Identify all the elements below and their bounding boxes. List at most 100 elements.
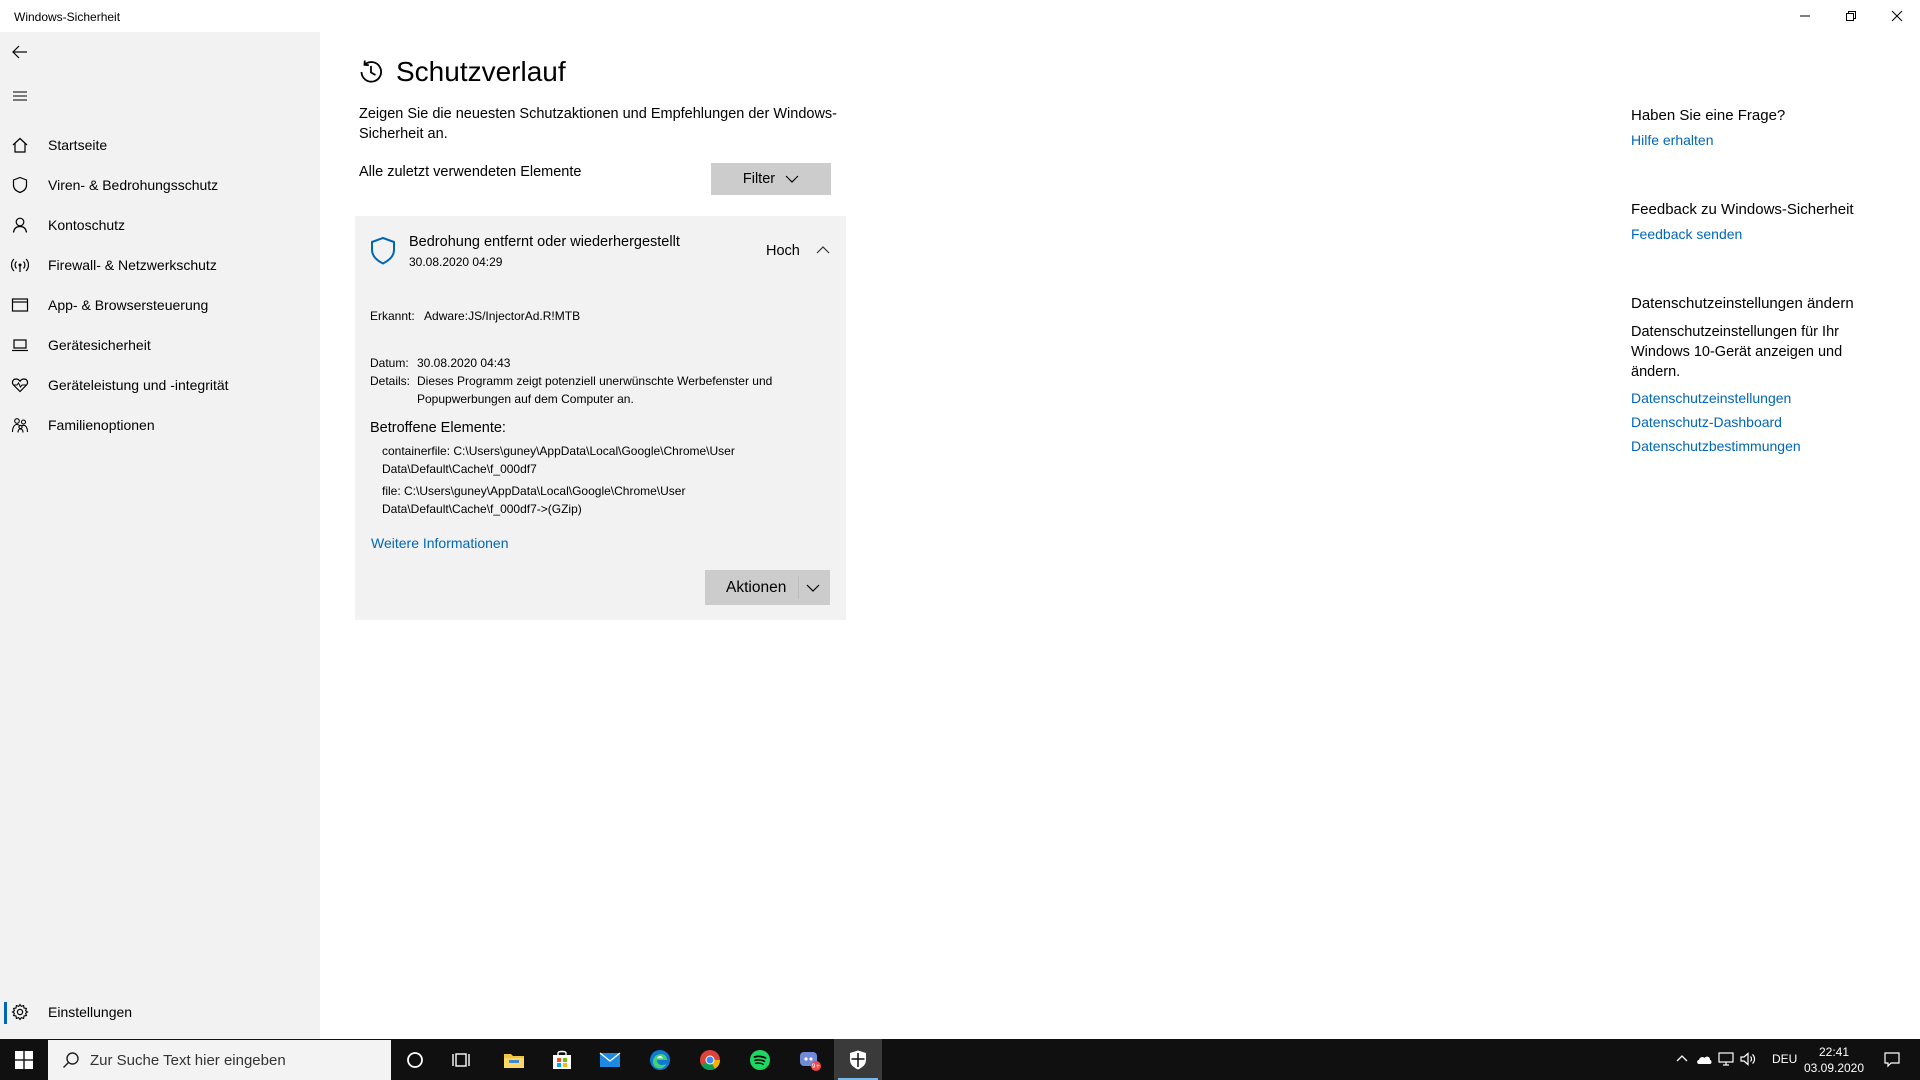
privacy-description: Datenschutzeinstellungen für Ihr Windows… <box>1631 324 1843 380</box>
details-row: Details: Dieses Programm zeigt potenziel… <box>370 372 817 408</box>
notification-icon <box>1884 1052 1900 1068</box>
onedrive-tray-button[interactable] <box>1695 1050 1713 1068</box>
actions-button-label: Aktionen <box>726 578 787 596</box>
shield-icon <box>0 165 40 205</box>
store-icon <box>553 1050 571 1069</box>
menu-button[interactable] <box>8 84 32 108</box>
sidebar-item-settings[interactable]: Einstellungen <box>0 992 320 1032</box>
help-heading: Haben Sie eine Frage? <box>1631 107 1786 124</box>
volume-tray-button[interactable] <box>1739 1050 1757 1068</box>
spotify-button[interactable] <box>736 1039 784 1080</box>
restore-button[interactable] <box>1828 0 1874 32</box>
network-icon <box>1718 1052 1734 1066</box>
date-row: Datum: 30.08.2020 04:43 <box>370 354 817 372</box>
details-value: Dieses Programm zeigt potenziell unerwün… <box>417 374 773 406</box>
minimize-button[interactable] <box>1782 0 1828 32</box>
edge-button[interactable] <box>636 1039 684 1080</box>
affected-item: containerfile: C:\Users\guney\AppData\Lo… <box>382 444 735 476</box>
cloud-icon <box>1697 1056 1712 1064</box>
search-icon <box>63 1052 79 1068</box>
history-icon <box>360 60 382 83</box>
page-title: Schutzverlauf <box>396 56 566 87</box>
start-button[interactable] <box>0 1039 48 1080</box>
sidebar-item-device-performance[interactable]: Geräteleistung und -integrität <box>0 365 320 405</box>
clock-time: 22:41 <box>1818 1045 1850 1059</box>
clock[interactable]: 22:41 03.09.2020 <box>1794 1044 1874 1076</box>
svg-text:9+: 9+ <box>812 1063 821 1070</box>
actions-button[interactable]: Aktionen <box>705 570 830 605</box>
details-label: Details: <box>370 374 411 388</box>
sidebar-item-label: Viren- & Bedrohungsschutz <box>48 177 219 193</box>
laptop-icon <box>0 325 40 365</box>
task-view-icon <box>452 1052 470 1067</box>
filter-label: Alle zuletzt verwendeten Elemente <box>359 164 582 180</box>
close-button[interactable] <box>1874 0 1920 32</box>
filter-button[interactable]: Filter <box>711 163 831 195</box>
shield-icon <box>371 236 395 265</box>
spotify-icon <box>750 1049 770 1070</box>
sidebar-item-family-options[interactable]: Familienoptionen <box>0 405 320 445</box>
card-title: Bedrohung entfernt oder wiederhergestell… <box>409 234 680 250</box>
more-info-link[interactable]: Weitere Informationen <box>371 535 508 551</box>
file-explorer-icon <box>504 1053 524 1068</box>
chevron-up-icon <box>1676 1055 1688 1062</box>
sidebar-item-virus-protection[interactable]: Viren- & Bedrohungsschutz <box>0 165 320 205</box>
hamburger-icon <box>13 91 27 101</box>
network-tray-button[interactable] <box>1717 1050 1735 1068</box>
threat-history-card: Bedrohung entfernt oder wiederhergestell… <box>355 216 846 620</box>
sidebar-item-home[interactable]: Startseite <box>0 125 320 165</box>
help-link[interactable]: Hilfe erhalten <box>1631 132 1891 148</box>
button-divider <box>798 576 799 599</box>
page-header: Schutzverlauf <box>356 56 566 88</box>
sidebar-item-app-browser-control[interactable]: App- & Browsersteuerung <box>0 285 320 325</box>
privacy-settings-link[interactable]: Datenschutzeinstellungen <box>1631 390 1891 406</box>
detected-row: Erkannt: Adware:JS/InjectorAd.R!MTB <box>370 309 580 323</box>
windows-logo-icon <box>15 1050 33 1069</box>
privacy-dashboard-link[interactable]: Datenschutz-Dashboard <box>1631 414 1891 430</box>
cortana-icon <box>407 1051 423 1068</box>
cortana-button[interactable] <box>391 1039 439 1080</box>
chrome-button[interactable] <box>686 1039 734 1080</box>
chrome-icon <box>700 1049 721 1070</box>
sidebar-item-account-protection[interactable]: Kontoschutz <box>0 205 320 245</box>
feedback-link[interactable]: Feedback senden <box>1631 226 1891 242</box>
windows-security-button[interactable] <box>834 1039 882 1080</box>
sidebar-item-label: Geräteleistung und -integrität <box>48 377 229 393</box>
store-button[interactable] <box>538 1039 586 1080</box>
family-icon <box>0 405 40 445</box>
page-description: Zeigen Sie die neuesten Schutzaktionen u… <box>359 106 837 142</box>
action-center-button[interactable] <box>1883 1050 1901 1068</box>
edge-icon <box>650 1049 670 1070</box>
mail-icon <box>599 1051 621 1067</box>
chevron-down-icon <box>785 175 799 183</box>
sidebar-item-firewall[interactable]: Firewall- & Netzwerkschutz <box>0 245 320 285</box>
restore-icon <box>1846 11 1856 21</box>
collapse-button[interactable] <box>813 240 833 260</box>
detected-label: Erkannt: <box>370 309 415 323</box>
filter-button-label: Filter <box>742 171 776 187</box>
taskbar: Zur Suche Text hier eingeben 9+ DEU 22:4… <box>0 1039 1920 1080</box>
windows-security-icon <box>850 1050 866 1069</box>
date-label: Datum: <box>370 356 409 370</box>
detected-value: Adware:JS/InjectorAd.R!MTB <box>424 309 581 323</box>
window-title: Windows-Sicherheit <box>14 10 121 24</box>
task-view-button[interactable] <box>439 1039 487 1080</box>
wireless-icon <box>0 245 40 285</box>
chevron-up-icon <box>816 246 830 254</box>
sidebar-item-label: Gerätesicherheit <box>48 337 151 353</box>
mail-button[interactable] <box>586 1039 634 1080</box>
affected-item: file: C:\Users\guney\AppData\Local\Googl… <box>382 484 686 516</box>
privacy-statement-link[interactable]: Datenschutzbestimmungen <box>1631 438 1891 454</box>
file-explorer-button[interactable] <box>490 1039 538 1080</box>
sidebar-item-device-security[interactable]: Gerätesicherheit <box>0 325 320 365</box>
show-hidden-icons-button[interactable] <box>1673 1050 1691 1068</box>
close-icon <box>1891 10 1903 22</box>
discord-button[interactable]: 9+ <box>786 1039 834 1080</box>
title-bar: Windows-Sicherheit <box>0 0 1920 32</box>
back-button[interactable] <box>8 40 32 64</box>
taskbar-search-box[interactable]: Zur Suche Text hier eingeben <box>48 1040 391 1080</box>
affected-items-title: Betroffene Elemente: <box>370 420 506 436</box>
minimize-icon <box>1800 15 1810 17</box>
discord-icon: 9+ <box>800 1051 821 1071</box>
privacy-section: Datenschutzeinstellungen ändern Datensch… <box>1631 295 1891 454</box>
